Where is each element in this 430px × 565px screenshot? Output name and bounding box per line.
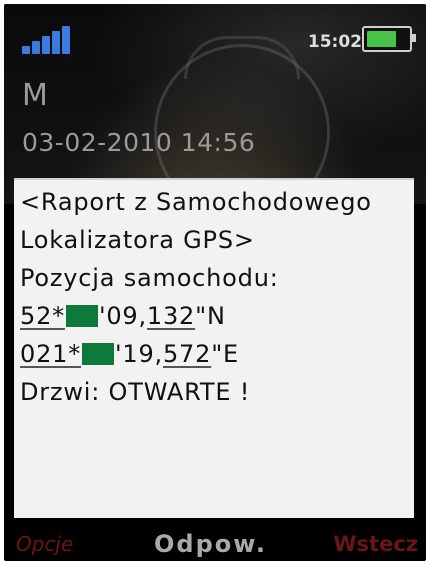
longitude-minutes: '19, [115,340,163,368]
network-operator: M [22,78,48,113]
latitude-seconds: 132 [146,302,196,330]
latitude-line: 52* '09,132"N [20,302,226,330]
battery-level-fill [367,31,396,47]
reply-softkey[interactable]: Odpow. [154,530,267,558]
longitude-line: 021* '19,572"E [20,340,239,368]
signal-bar [62,26,70,54]
back-softkey[interactable]: Wstecz [333,532,418,556]
longitude-hemisphere: "E [211,340,240,368]
status-time: 15:02 [307,32,362,52]
options-softkey[interactable]: Opcje [16,532,73,556]
softkey-bar: Opcje Odpow. Wstecz [4,524,426,561]
signal-strength-icon [22,24,72,54]
longitude-seconds: 572 [162,340,212,368]
door-status: Drzwi: OTWARTE ! [20,378,251,406]
status-bar: 15:02 [4,4,426,54]
position-label: Pozycja samochodu: [20,264,279,292]
battery-icon [362,26,416,52]
signal-bar [22,46,30,54]
latitude-degrees: 52* [20,302,65,330]
sms-message-view[interactable]: <Raport z Samochodowego Lokalizatora GPS… [14,178,414,518]
signal-bar [32,41,40,54]
signal-bar [52,31,60,54]
longitude-degrees: 021* [20,340,82,368]
latitude-hemisphere: "N [195,302,226,330]
redaction-block [82,343,115,365]
message-header-line-2: Lokalizatora GPS> [20,226,255,254]
idle-datetime: 03-02-2010 14:56 [22,128,256,157]
redaction-block [65,305,98,327]
latitude-minutes: '09, [98,302,147,330]
message-header-line-1: <Raport z Samochodowego [20,188,372,216]
signal-bar [42,36,50,54]
phone-screen: 15:02 M 03-02-2010 14:56 <Raport z Samoc… [4,4,426,561]
